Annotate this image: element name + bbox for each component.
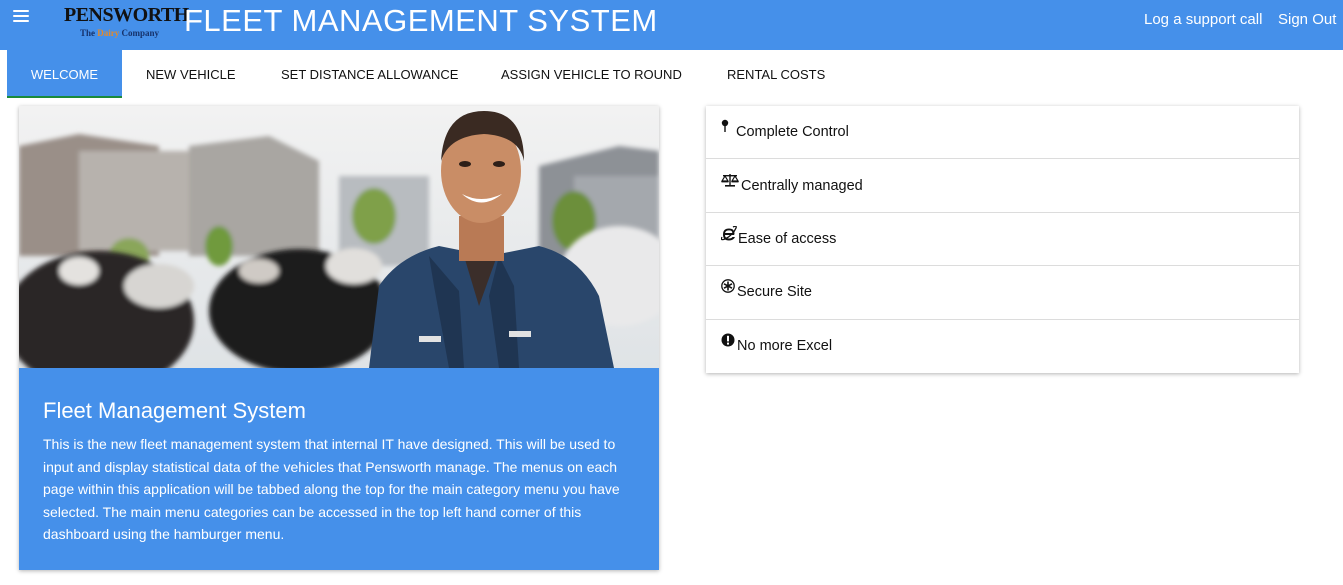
asterisk-icon [721,279,736,295]
list-item: Complete Control [706,106,1299,160]
feature-label: Ease of access [738,230,837,247]
company-logo: PENSWORTH The Dairy Company [64,4,189,42]
ie-icon [720,225,737,242]
welcome-card-title: Fleet Management System [43,398,306,423]
exclamation-icon [721,333,736,349]
logo-tagline-dairy: Dairy [97,28,120,38]
tab-bar: WELCOME NEW VEHICLE SET DISTANCE ALLOWAN… [0,50,1343,98]
pin-icon [721,119,735,135]
logo-tagline: The Dairy Company [80,28,159,38]
feature-label: Centrally managed [741,177,863,194]
tab-assign-vehicle-to-round[interactable]: ASSIGN VEHICLE TO ROUND [501,50,682,98]
logo-tagline-suffix: Company [119,28,160,38]
tab-new-vehicle[interactable]: NEW VEHICLE [146,50,236,98]
welcome-card-body: Fleet Management System This is the new … [19,368,659,570]
farmer-with-cows-image [19,106,659,368]
feature-label: Complete Control [736,124,849,141]
app-title: FLEET MANAGEMENT SYSTEM [184,3,658,38]
scales-icon [720,173,740,189]
feature-list: Complete Control Centrally managed Ease … [706,106,1299,373]
list-item: Ease of access [706,213,1299,267]
list-item: Secure Site [706,266,1299,320]
list-item: No more Excel [706,320,1299,373]
feature-label: Secure Site [737,284,812,301]
app-header: PENSWORTH The Dairy Company FLEET MANAGE… [0,0,1343,50]
hero-photo [19,106,659,368]
welcome-card-description: This is the new fleet management system … [43,436,620,543]
tab-rental-costs[interactable]: RENTAL COSTS [727,50,825,98]
hamburger-menu-icon[interactable] [13,10,29,26]
tab-set-distance-allowance[interactable]: SET DISTANCE ALLOWANCE [281,50,458,98]
welcome-card: Fleet Management System This is the new … [19,106,659,570]
logo-tagline-prefix: The [80,28,98,38]
logo-wordmark: PENSWORTH [64,4,189,26]
sign-out-link[interactable]: Sign Out [1278,11,1336,28]
log-support-call-link[interactable]: Log a support call [1144,11,1262,28]
list-item: Centrally managed [706,159,1299,213]
tab-welcome[interactable]: WELCOME [7,50,122,98]
feature-label: No more Excel [737,338,833,355]
